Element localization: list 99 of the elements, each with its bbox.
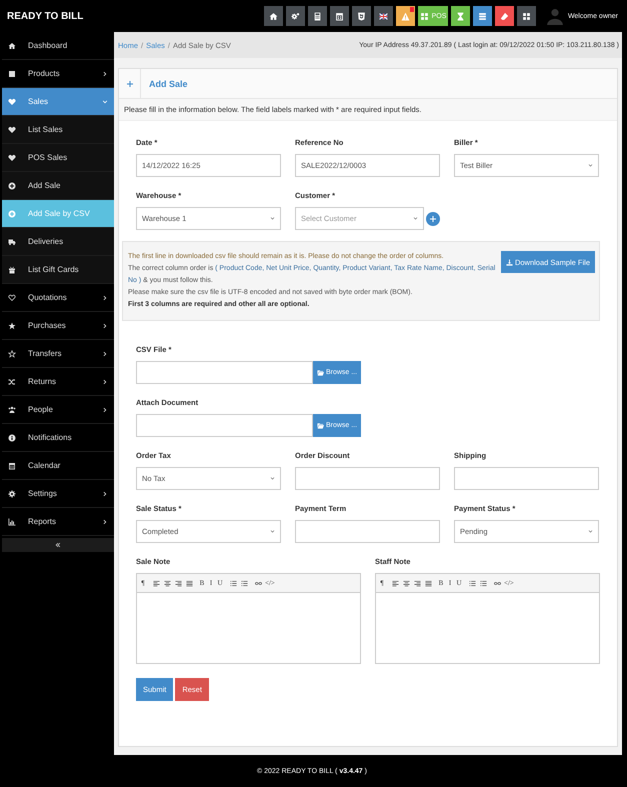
- align-justify-icon: [424, 580, 432, 586]
- format-button[interactable]: [391, 578, 399, 588]
- caret-icon: [102, 322, 108, 328]
- numbered-list-icon: [480, 580, 486, 586]
- brand-logo[interactable]: READY TO BILL: [2, 10, 264, 22]
- file-field[interactable]: [136, 361, 313, 384]
- link-icon: [254, 580, 262, 586]
- toolbar-button[interactable]: [517, 6, 536, 26]
- heart-icon: [8, 154, 16, 162]
- hourglass-icon: [456, 12, 465, 20]
- double-chevron-icon: [55, 542, 61, 548]
- download-icon: [506, 258, 513, 266]
- toolbar-button[interactable]: [396, 6, 415, 26]
- caret-icon: [413, 216, 418, 221]
- caret-icon: [102, 518, 108, 524]
- caret-icon: [270, 216, 275, 221]
- format-button[interactable]: [152, 578, 160, 588]
- toolbar-button[interactable]: [352, 6, 371, 26]
- toolbar-button[interactable]: [374, 6, 393, 26]
- heart-icon: [8, 126, 16, 134]
- shield-icon: [357, 12, 366, 20]
- format-button[interactable]: [229, 578, 237, 588]
- plus-icon: [429, 214, 437, 222]
- toolbar-button[interactable]: [308, 6, 327, 26]
- caret-icon: [588, 529, 593, 534]
- format-button[interactable]: [185, 578, 193, 588]
- home-icon: [269, 12, 278, 20]
- caret-icon: [102, 378, 108, 384]
- format-button[interactable]: [468, 578, 476, 588]
- eraser-icon: [500, 12, 509, 20]
- star-outline-icon: [8, 350, 16, 358]
- file-field[interactable]: [136, 414, 313, 437]
- bullet-list-icon: [230, 580, 236, 586]
- heart-outline-icon: [8, 294, 16, 302]
- square-icon: [8, 70, 16, 78]
- gears-icon: [291, 12, 300, 20]
- format-button[interactable]: [413, 578, 421, 588]
- text-field[interactable]: [295, 467, 440, 490]
- sidebar-item[interactable]: Deliveries: [2, 228, 114, 256]
- caret-icon: [102, 98, 108, 104]
- gift-icon: [8, 266, 16, 274]
- align-center-icon: [164, 580, 170, 586]
- caret-icon: [270, 529, 275, 534]
- shuffle-icon: [8, 378, 16, 386]
- calendar-icon: [8, 462, 16, 470]
- house-icon: [8, 42, 16, 50]
- toolbar-button[interactable]: [330, 6, 349, 26]
- align-left-icon: [392, 580, 398, 586]
- sidebar-item[interactable]: List Gift Cards: [2, 256, 114, 284]
- caret-icon: [102, 406, 108, 412]
- bullet-list-icon: [468, 580, 476, 586]
- alert-badge: [410, 7, 414, 12]
- format-button[interactable]: [174, 578, 182, 588]
- toolbar-button[interactable]: [473, 6, 492, 26]
- bar-chart-icon: [8, 518, 16, 526]
- caret-icon: [270, 476, 275, 481]
- sidebar-item[interactable]: List Sales: [2, 116, 114, 144]
- sidebar-item[interactable]: POS Sales: [2, 144, 114, 172]
- align-left-icon: [152, 580, 160, 586]
- format-button[interactable]: [424, 578, 432, 588]
- format-button[interactable]: [240, 578, 248, 588]
- warning-icon: [401, 12, 410, 20]
- panel-title: Add Sale: [148, 78, 188, 88]
- star-icon: [8, 322, 16, 330]
- info-icon: [8, 434, 16, 442]
- caret-icon: [102, 490, 108, 496]
- toolbar-button[interactable]: [264, 6, 283, 26]
- settings-icon: [8, 490, 16, 498]
- format-button[interactable]: [479, 578, 487, 588]
- link-icon: [494, 580, 500, 586]
- calendar-icon: [335, 12, 344, 20]
- format-button[interactable]: [402, 578, 410, 588]
- toolbar-button[interactable]: [286, 6, 305, 26]
- caret-icon: [588, 163, 593, 168]
- text-field[interactable]: [295, 520, 440, 543]
- align-right-icon: [174, 580, 182, 586]
- caret-icon: [102, 350, 108, 356]
- caret-icon: [102, 294, 108, 300]
- list-icon: [478, 12, 487, 20]
- heart-icon: [8, 98, 16, 106]
- plus-icon: [126, 80, 134, 88]
- sidebar-item[interactable]: Add Sale: [2, 172, 114, 200]
- align-justify-icon: [186, 580, 192, 586]
- flag-icon: [379, 12, 388, 20]
- grid-icon: [420, 12, 429, 20]
- grid-icon: [522, 12, 531, 20]
- folder-icon: [316, 422, 324, 429]
- align-right-icon: [414, 580, 420, 586]
- people-icon: [8, 406, 16, 414]
- folder-icon: [316, 369, 324, 376]
- sidebar-item[interactable]: Sales: [2, 88, 114, 116]
- add-button[interactable]: [426, 212, 440, 226]
- text-field[interactable]: [454, 467, 599, 490]
- calculator-icon: [313, 12, 322, 20]
- truck-icon: [8, 238, 16, 246]
- format-button[interactable]: [163, 578, 171, 588]
- numbered-list-icon: [240, 580, 248, 586]
- caret-icon: [102, 70, 108, 76]
- align-center-icon: [402, 580, 410, 586]
